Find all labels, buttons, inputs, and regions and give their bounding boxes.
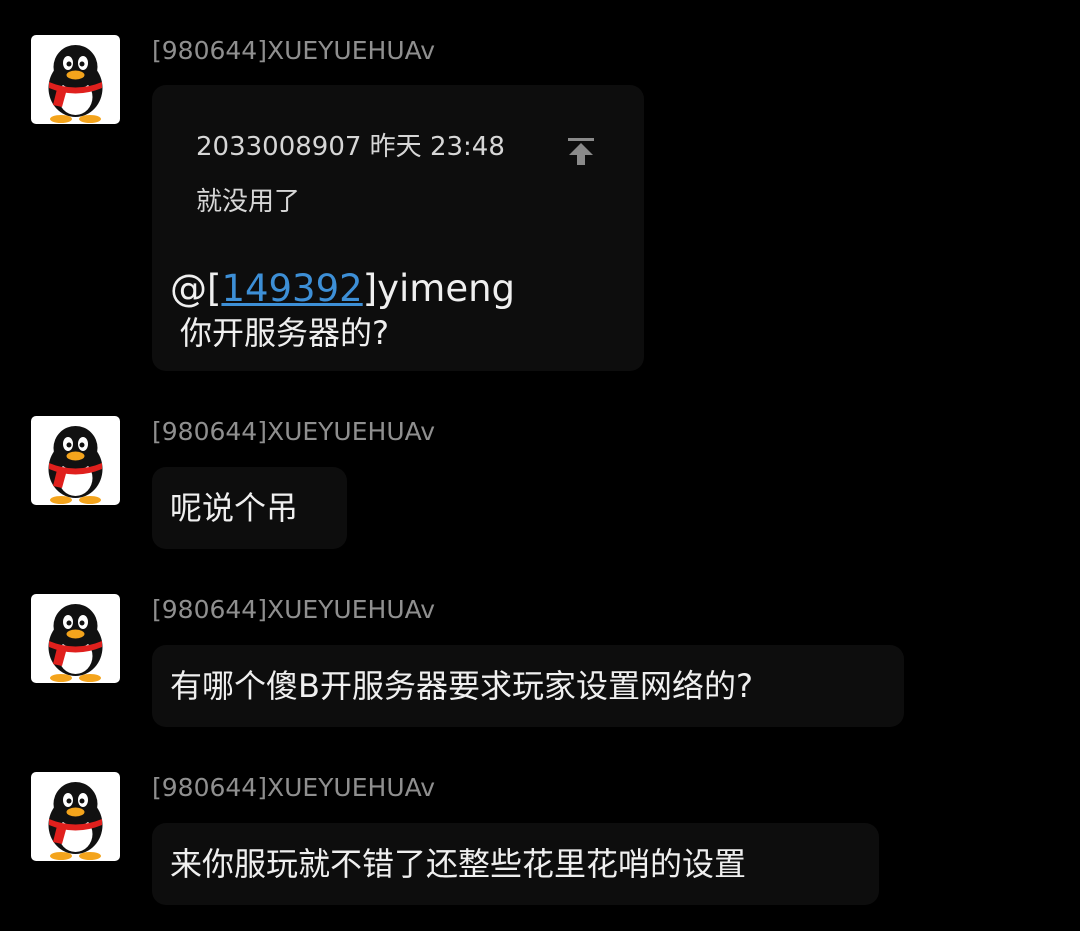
mention-prefix: @[ xyxy=(170,267,222,310)
mention-suffix: ]yimeng xyxy=(362,267,516,310)
sender-name: [980644]XUEYUEHUAv xyxy=(152,36,436,65)
qq-penguin-icon xyxy=(48,782,103,860)
avatar[interactable] xyxy=(31,35,120,124)
mention-link[interactable]: 149392 xyxy=(221,267,362,310)
message-bubble[interactable]: 来你服玩就不错了还整些花里花哨的设置 xyxy=(152,823,879,905)
message-text: 呢说个吊 xyxy=(170,489,299,527)
avatar[interactable] xyxy=(31,772,120,861)
sender-name: [980644]XUEYUEHUAv xyxy=(152,595,436,624)
message-bubble[interactable]: 呢说个吊 xyxy=(152,467,347,549)
qq-penguin-icon xyxy=(48,45,103,123)
avatar[interactable] xyxy=(31,594,120,683)
jump-to-top-icon[interactable] xyxy=(565,135,597,167)
mention: @[149392]yimeng xyxy=(170,267,515,311)
message-bubble[interactable]: 2033008907 昨天 23:48 就没用了 @[149392]yimeng… xyxy=(152,85,644,371)
quote-header: 2033008907 昨天 23:48 xyxy=(196,132,505,162)
qq-penguin-icon xyxy=(48,604,103,682)
sender-name: [980644]XUEYUEHUAv xyxy=(152,417,436,446)
reply-text: 你开服务器的? xyxy=(180,314,389,352)
message-text: 有哪个傻B开服务器要求玩家设置网络的? xyxy=(170,667,753,705)
message-text: 来你服玩就不错了还整些花里花哨的设置 xyxy=(170,845,747,883)
avatar[interactable] xyxy=(31,416,120,505)
quote-text: 就没用了 xyxy=(196,187,301,217)
sender-name: [980644]XUEYUEHUAv xyxy=(152,773,436,802)
message-item: [980644]XUEYUEHUAv 2033008907 昨天 23:48 就… xyxy=(0,0,1080,380)
message-bubble[interactable]: 有哪个傻B开服务器要求玩家设置网络的? xyxy=(152,645,904,727)
qq-penguin-icon xyxy=(48,426,103,504)
